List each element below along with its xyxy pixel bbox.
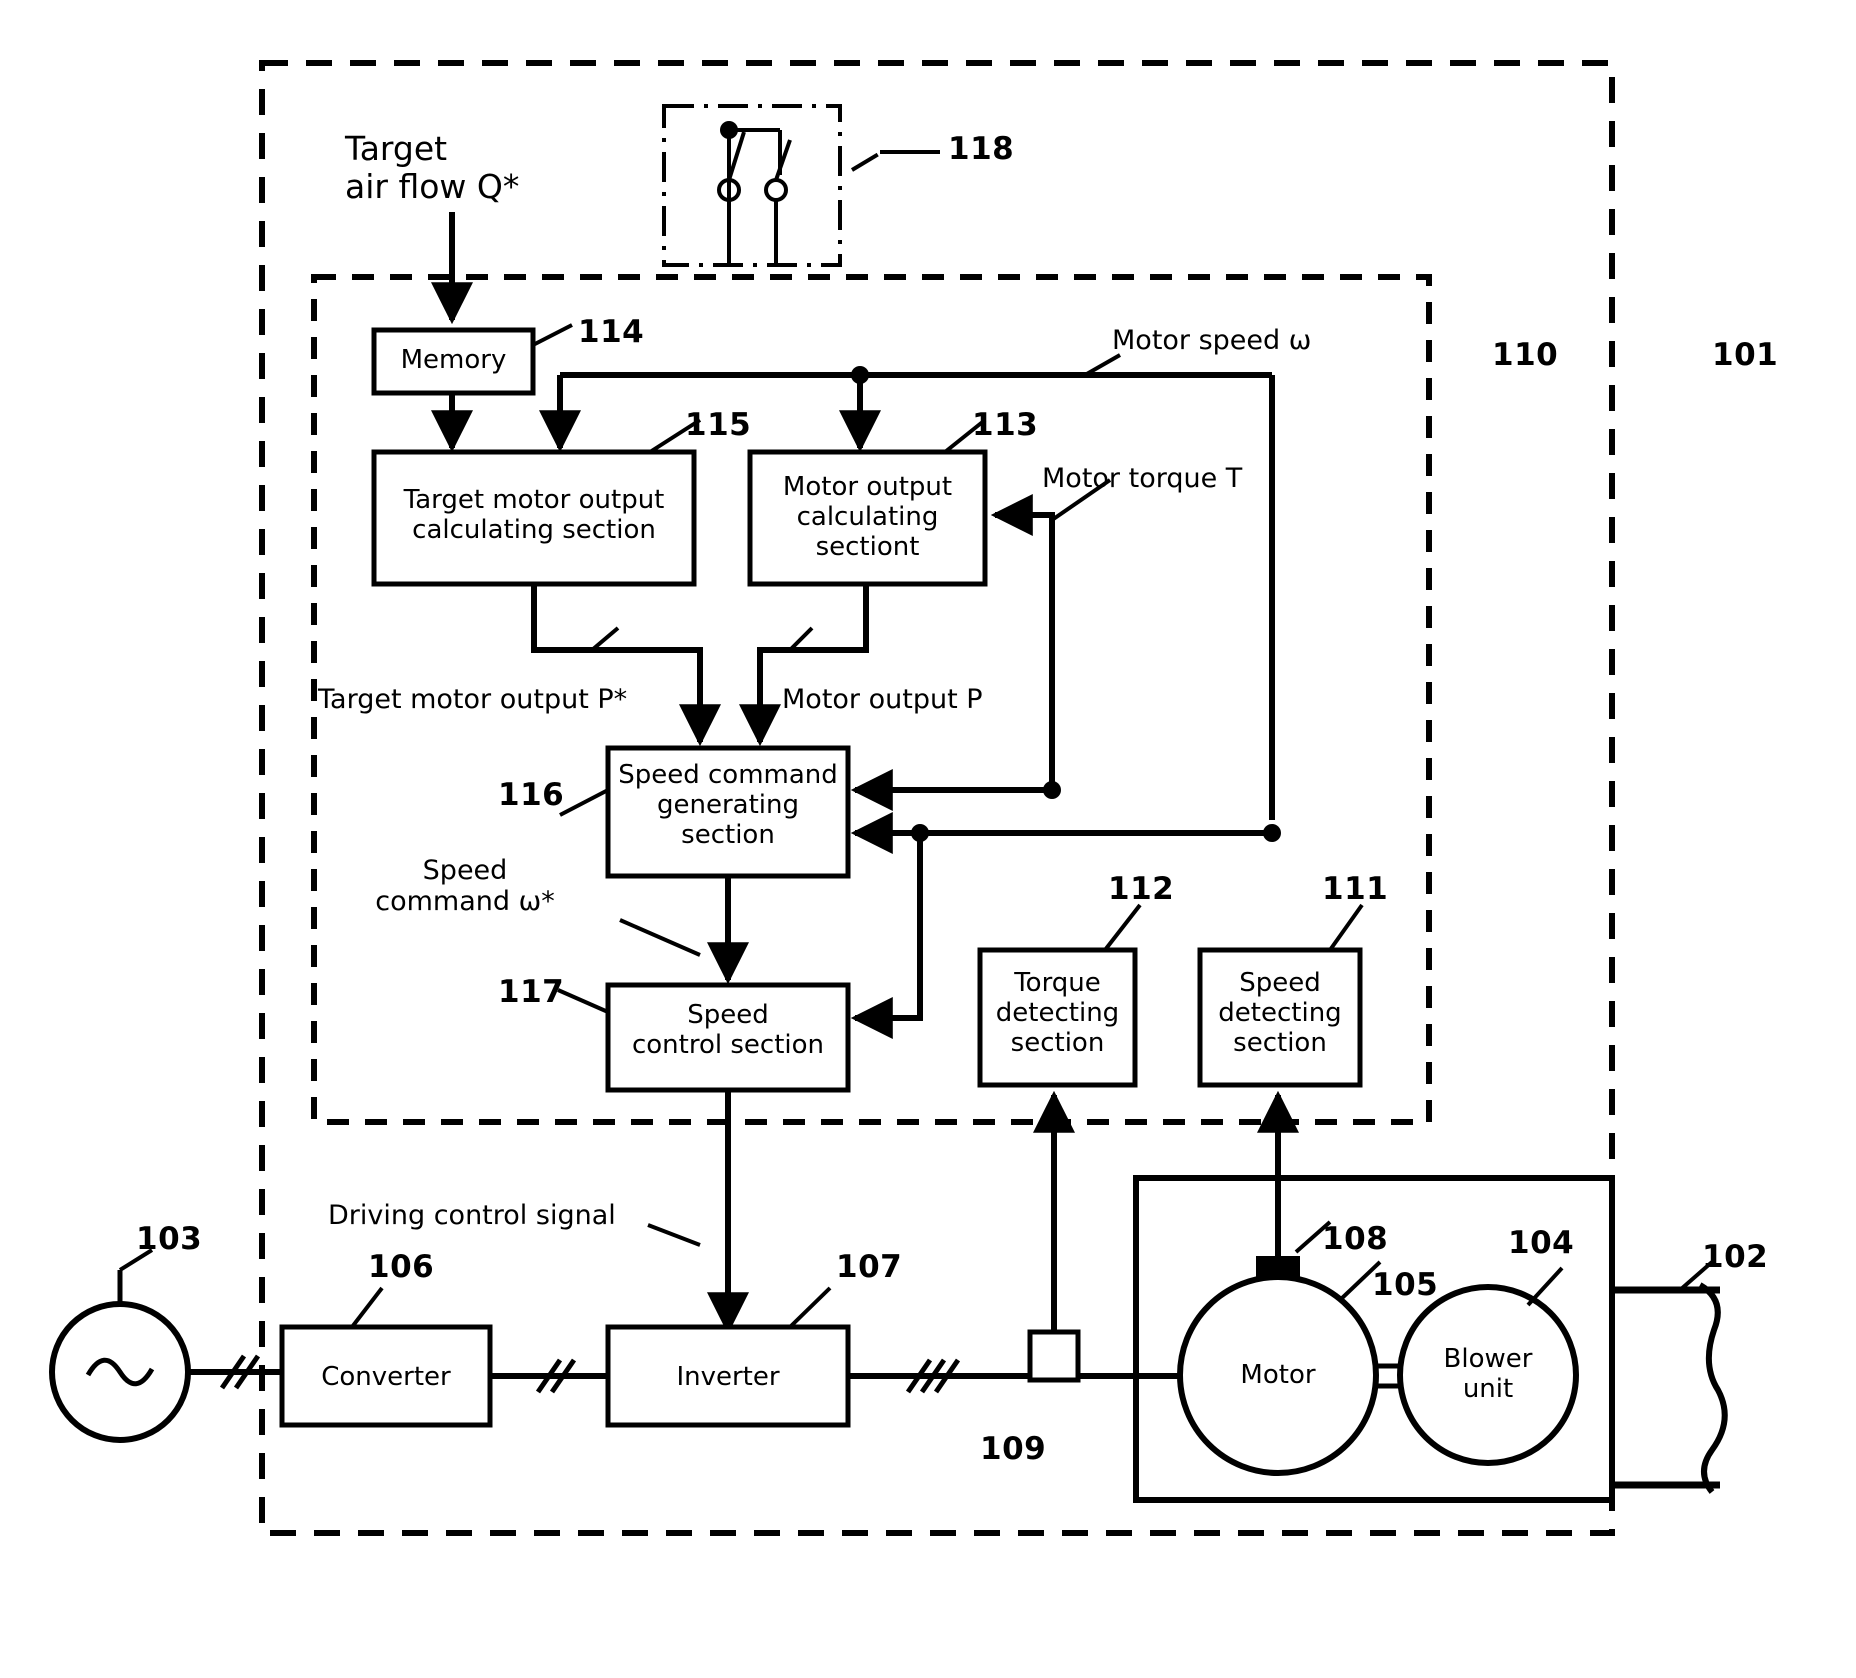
- label-motor-speed: Motor speed ω: [1112, 325, 1312, 356]
- ref-102: 102: [1702, 1239, 1769, 1275]
- outer-boundary-101: [259, 60, 1615, 1536]
- label-target-motor-output: Target motor output P*: [318, 684, 628, 715]
- duct-symbol: [1612, 1260, 1728, 1494]
- ref-112: 112: [1108, 871, 1175, 907]
- label-driving-control-signal: Driving control signal: [328, 1200, 616, 1231]
- arrow-target-output-to-speed-command: [531, 584, 721, 747]
- block-label-speed-detecting-section: Speed detecting section: [1218, 968, 1342, 1059]
- ac-source-symbol: [49, 1248, 191, 1443]
- power-line-source-converter: [188, 1354, 282, 1390]
- label-speed-command: Speed command ω*: [375, 855, 555, 918]
- ref-109: 109: [980, 1431, 1047, 1467]
- ref-116: 116: [498, 777, 565, 813]
- block-label-motor-output-calculating-section: Motor output calculating sectiont: [782, 472, 953, 563]
- ref-113: 113: [972, 407, 1039, 443]
- label-motor-output: Motor output P: [782, 684, 983, 715]
- ref-114: 114: [578, 314, 645, 350]
- block-label-target-motor-output-calculating-section: Target motor output calculating section: [403, 485, 665, 546]
- ref-104: 104: [1508, 1225, 1575, 1261]
- arrow-motor-output-to-speed-command: [739, 584, 869, 747]
- arrow-speed-command-to-speed-control: [619, 876, 749, 985]
- label-motor-torque: Motor torque T: [1042, 463, 1243, 494]
- block-label-speed-command-generating-section: Speed command generating section: [618, 760, 838, 851]
- ref-107: 107: [836, 1249, 903, 1285]
- arrow-motor-torque-into-calc: [990, 478, 1112, 799]
- switch-boundary-118: [662, 104, 940, 267]
- ref-115: 115: [685, 407, 752, 443]
- block-label-converter: Converter: [321, 1362, 451, 1392]
- block-converter: [279, 1286, 493, 1428]
- block-label-motor: Motor: [1240, 1360, 1316, 1390]
- figure-canvas: Target air flow Q* 118 Memory 114 Motor …: [0, 0, 1856, 1678]
- arrow-current-sensor-to-torque-detecting: [1027, 1090, 1081, 1383]
- ref-108: 108: [1322, 1221, 1389, 1257]
- ref-111: 111: [1322, 871, 1389, 907]
- block-label-speed-control-section: Speed control section: [631, 1000, 825, 1061]
- power-line-converter-inverter: [490, 1358, 608, 1394]
- ref-106: 106: [368, 1249, 435, 1285]
- block-label-inverter: Inverter: [676, 1362, 780, 1392]
- label-target-air-flow: Target air flow Q*: [345, 129, 520, 207]
- ref-110: 110: [1492, 337, 1559, 373]
- power-line-inverter-motor: [848, 1358, 1204, 1394]
- arrow-speed-feedback-to-speed-control: [850, 833, 923, 1039]
- arrow-driving-control-signal: [647, 1090, 749, 1335]
- ref-105: 105: [1372, 1267, 1439, 1303]
- ref-118: 118: [948, 131, 1015, 167]
- block-label-torque-detecting-section: Torque detecting section: [995, 968, 1120, 1059]
- block-label-blower-unit: Blower unit: [1443, 1344, 1533, 1405]
- ref-101: 101: [1712, 337, 1779, 373]
- switch-symbol-118: [717, 121, 792, 265]
- ref-103: 103: [136, 1221, 203, 1257]
- diagram-vector-layer: [49, 60, 1728, 1536]
- block-label-memory: Memory: [400, 345, 507, 375]
- ref-117: 117: [498, 974, 565, 1010]
